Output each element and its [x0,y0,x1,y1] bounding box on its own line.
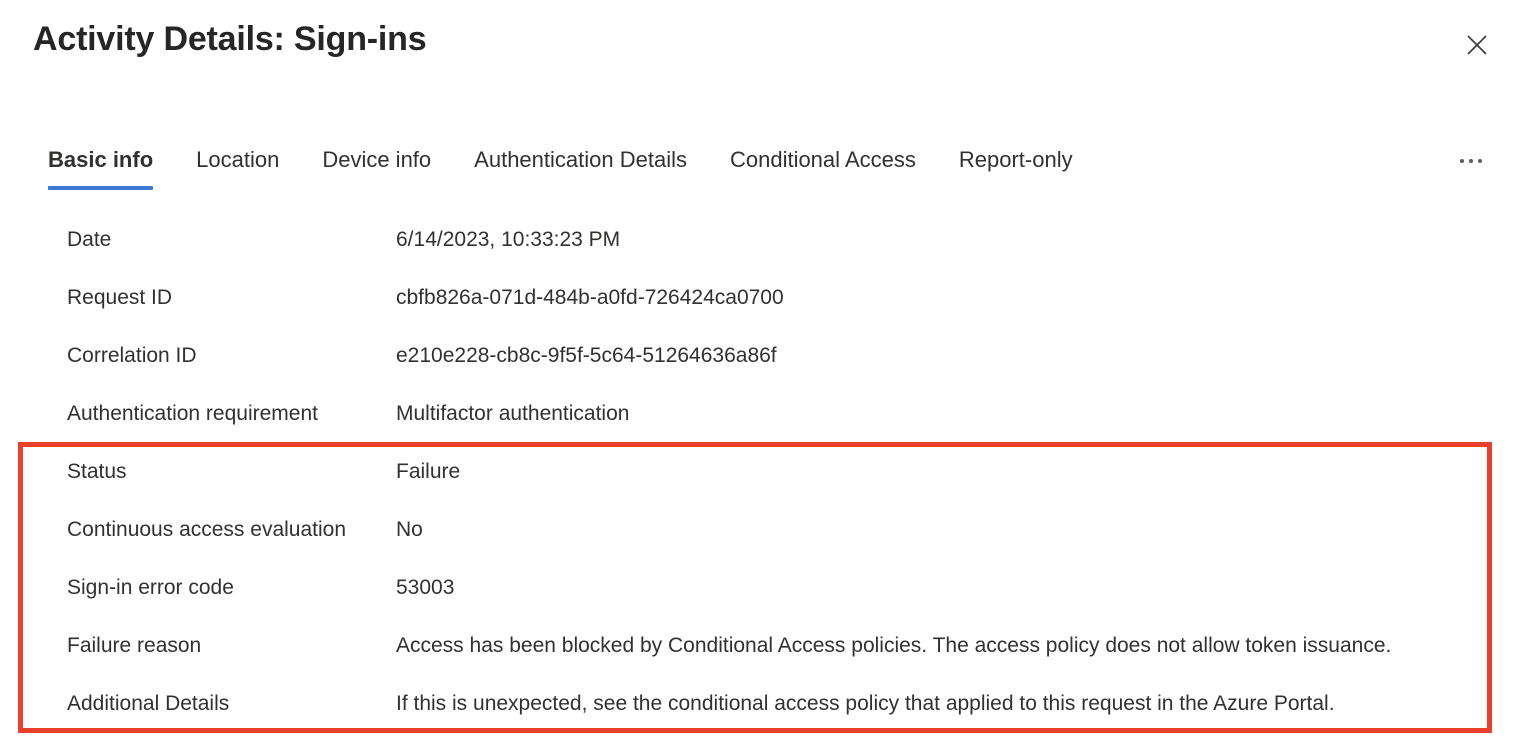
detail-row-sign-in-error-code: Sign-in error code 53003 [0,559,1536,617]
detail-row-correlation-id: Correlation ID e210e228-cb8c-9f5f-5c64-5… [0,327,1536,385]
detail-label: Failure reason [67,634,202,657]
tab-authentication-details[interactable]: Authentication Details [474,140,687,190]
close-icon [1466,34,1488,56]
tab-basic-info[interactable]: Basic info [48,140,154,190]
detail-row-continuous-access-evaluation: Continuous access evaluation No [0,501,1536,559]
tab-report-only[interactable]: Report-only [959,140,1073,190]
detail-label: Correlation ID [67,344,197,367]
detail-label: Authentication requirement [67,402,318,425]
page-title: Activity Details: Sign-ins [33,20,427,58]
detail-row-status: Status Failure [0,443,1536,501]
detail-row-failure-reason: Failure reason Access has been blocked b… [0,617,1536,675]
tab-label: Basic info [48,147,154,172]
detail-label: Request ID [67,286,173,309]
tab-location[interactable]: Location [196,140,279,190]
tab-label: Report-only [958,147,1073,172]
tab-list: Basic info Location Device info Authenti… [48,140,1073,190]
tab-label: Conditional Access [729,147,916,172]
detail-value: e210e228-cb8c-9f5f-5c64-51264636a86f [396,344,777,367]
tab-device-info[interactable]: Device info [322,140,431,190]
close-button[interactable] [1458,26,1496,64]
tab-conditional-access[interactable]: Conditional Access [730,140,916,190]
tab-bar: Basic info Location Device info Authenti… [0,140,1536,192]
panel-header: Activity Details: Sign-ins [0,0,1536,110]
status-badge: Failure [396,460,461,483]
ellipsis-dot [1460,159,1464,163]
detail-value: Access has been blocked by Conditional A… [396,634,1392,657]
details-list: Date 6/14/2023, 10:33:23 PM Request ID c… [0,211,1536,733]
detail-row-date: Date 6/14/2023, 10:33:23 PM [0,211,1536,269]
detail-value: No [396,518,423,541]
detail-value: 53003 [396,576,455,599]
detail-label: Additional Details [67,692,230,715]
detail-row-additional-details: Additional Details If this is unexpected… [0,675,1536,733]
ellipsis-icon[interactable] [1451,144,1491,178]
detail-row-request-id: Request ID cbfb826a-071d-484b-a0fd-72642… [0,269,1536,327]
tab-label: Device info [322,147,432,172]
detail-label: Continuous access evaluation [67,518,347,541]
detail-row-authentication-requirement: Authentication requirement Multifactor a… [0,385,1536,443]
detail-label: Status [67,460,127,483]
detail-value: cbfb826a-071d-484b-a0fd-726424ca0700 [396,286,784,309]
tab-label: Authentication Details [474,147,687,172]
ellipsis-dot [1469,159,1473,163]
ellipsis-dot [1478,159,1482,163]
detail-label: Date [67,228,112,251]
detail-value: 6/14/2023, 10:33:23 PM [396,228,621,251]
detail-label: Sign-in error code [67,576,234,599]
detail-value: If this is unexpected, see the condition… [396,692,1335,715]
tab-label: Location [196,147,280,172]
detail-value: Multifactor authentication [396,402,630,425]
